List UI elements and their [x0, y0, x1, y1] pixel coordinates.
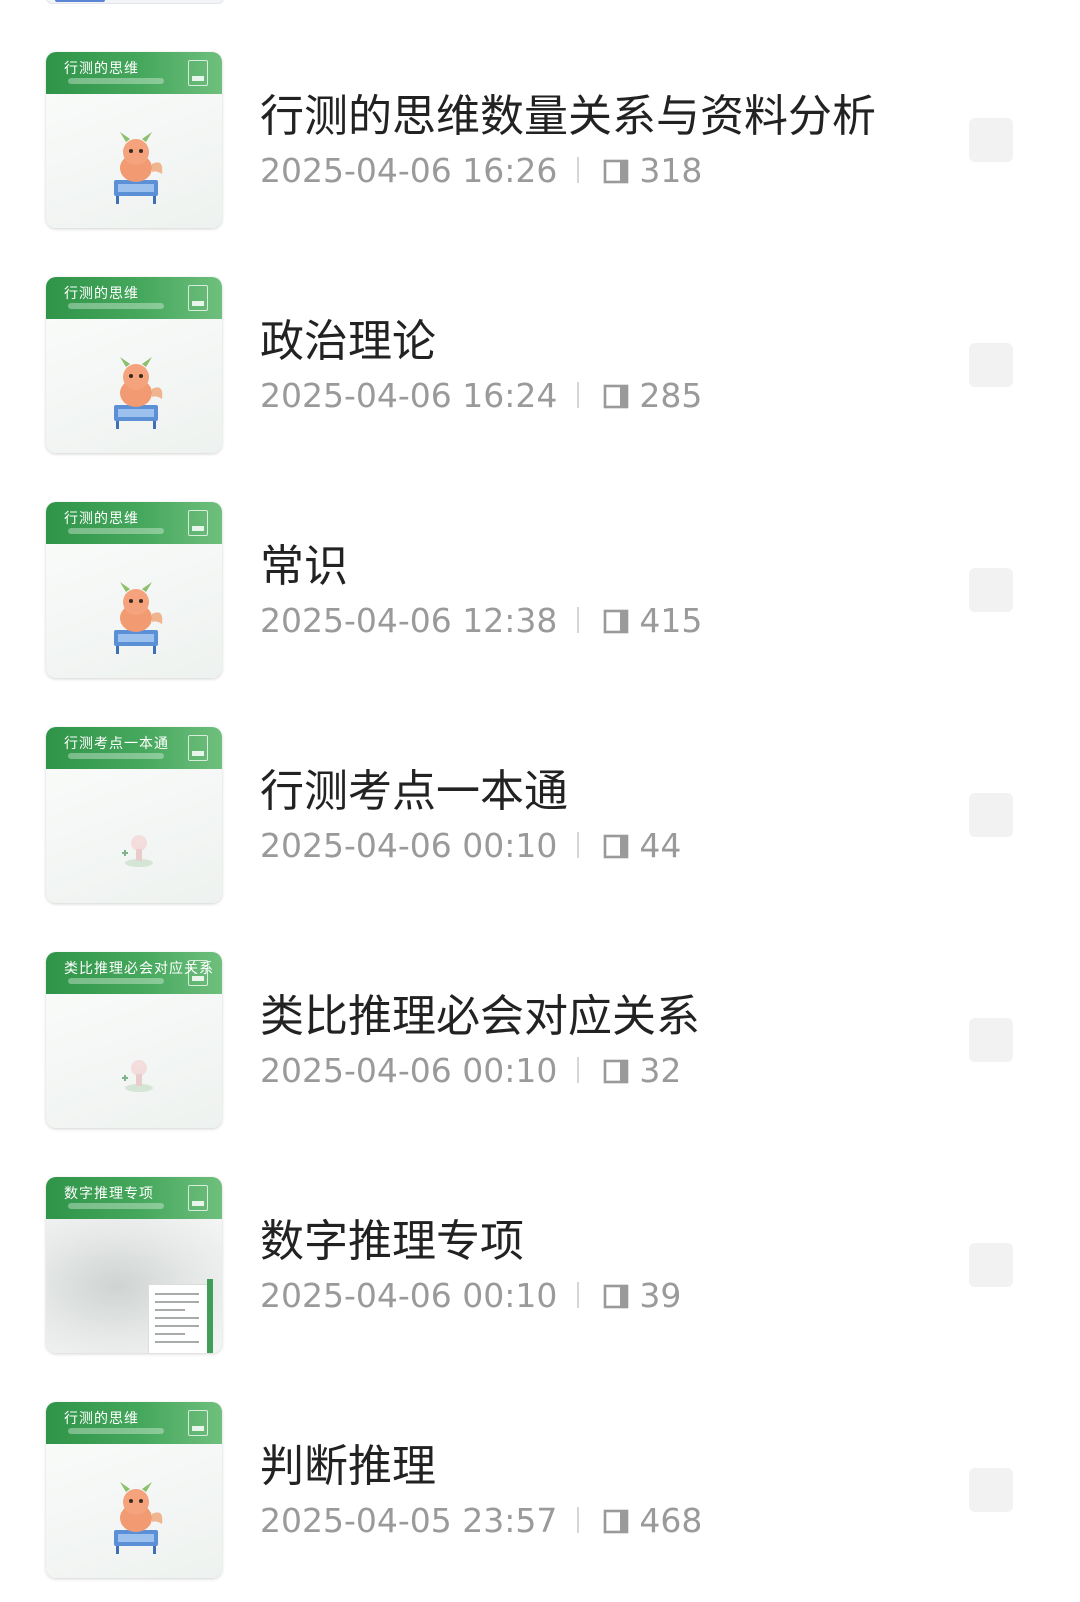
cover-title: 行测的思维 — [64, 511, 139, 527]
meta-divider — [577, 1507, 580, 1533]
publish-date: 2025-04-06 00:10 — [260, 825, 558, 865]
publish-date: 2025-04-06 00:10 — [260, 1275, 558, 1315]
cover-title: 行测的思维 — [64, 1411, 139, 1427]
article-meta: 2025-04-06 16:26 318 — [260, 150, 702, 190]
article-cover-thumbnail[interactable]: 行测的思维 — [46, 1402, 222, 1578]
article-list-item[interactable]: 数字推理专项 数字推理专项 2025-04-06 00:10 39 — [0, 1177, 1080, 1377]
book-icon — [601, 830, 637, 860]
read-count: 318 — [639, 150, 703, 190]
article-list-item[interactable]: 行测的思维 政治理论 2025-04-06 16:24 285 — [0, 277, 1080, 477]
select-checkbox[interactable] — [969, 1018, 1013, 1062]
publish-date: 2025-04-06 16:24 — [260, 375, 558, 415]
article-title[interactable]: 常识 — [260, 530, 348, 594]
publish-date: 2025-04-06 16:26 — [260, 150, 558, 190]
article-cover-thumbnail[interactable]: 行测的思维 — [46, 277, 222, 453]
cover-badge-icon — [188, 285, 208, 311]
cover-title: 行测考点一本通 — [64, 736, 169, 752]
cover-header-band: 行测考点一本通 — [46, 727, 222, 769]
meta-divider — [577, 1282, 580, 1308]
cover-badge-icon — [188, 60, 208, 86]
cover-document-icon — [148, 1279, 213, 1353]
select-checkbox[interactable] — [969, 568, 1013, 612]
dragon-mascot-icon — [104, 355, 168, 431]
read-count: 468 — [639, 1500, 703, 1540]
cover-header-band: 类比推理必会对应关系 — [46, 952, 222, 994]
article-list-item[interactable]: 行测的思维 常识 2025-04-06 12:38 415 — [0, 502, 1080, 702]
cover-badge-icon — [188, 1185, 208, 1211]
book-icon — [601, 1280, 637, 1310]
article-title[interactable]: 行测考点一本通 — [260, 755, 568, 819]
meta-divider — [577, 157, 580, 183]
dragon-mascot-icon — [104, 580, 168, 656]
cover-header-band: 行测的思维 — [46, 52, 222, 94]
publish-date: 2025-04-06 00:10 — [260, 1050, 558, 1090]
article-title[interactable]: 行测的思维数量关系与资料分析 — [260, 80, 876, 144]
read-count: 285 — [639, 375, 703, 415]
article-cover-thumbnail[interactable]: 行测的思维 — [46, 52, 222, 228]
article-list-item[interactable]: 类比推理必会对应关系 类比推理必会对应关系 2025-04-06 00:10 3… — [0, 952, 1080, 1152]
article-list-item[interactable]: 行测的思维 判断推理 2025-04-05 23:57 468 — [0, 1402, 1080, 1602]
article-cover-thumbnail[interactable]: 类比推理必会对应关系 — [46, 952, 222, 1128]
cover-badge-icon — [188, 735, 208, 761]
book-icon — [601, 155, 637, 185]
article-title[interactable]: 类比推理必会对应关系 — [260, 980, 700, 1044]
select-checkbox[interactable] — [969, 1243, 1013, 1287]
dragon-mascot-icon — [104, 1480, 168, 1556]
article-meta: 2025-04-05 23:57 468 — [260, 1500, 702, 1540]
article-cover-thumbnail[interactable]: 行测的思维 — [46, 502, 222, 678]
article-title[interactable]: 判断推理 — [260, 1430, 436, 1494]
read-count: 39 — [639, 1275, 682, 1315]
article-meta: 2025-04-06 00:10 44 — [260, 825, 681, 865]
meta-divider — [577, 1057, 580, 1083]
cover-header-band: 行测的思维 — [46, 502, 222, 544]
cover-header-band: 行测的思维 — [46, 1402, 222, 1444]
cover-title: 行测的思维 — [64, 61, 139, 77]
read-count: 415 — [639, 600, 703, 640]
select-checkbox[interactable] — [969, 343, 1013, 387]
cover-title: 数字推理专项 — [64, 1186, 154, 1202]
book-icon — [601, 1055, 637, 1085]
article-list-item[interactable]: 行测考点一本通 行测考点一本通 2025-04-06 00:10 44 — [0, 727, 1080, 927]
article-meta: 2025-04-06 12:38 415 — [260, 600, 702, 640]
article-meta: 2025-04-06 16:24 285 — [260, 375, 702, 415]
cover-title: 行测的思维 — [64, 286, 139, 302]
book-icon — [601, 605, 637, 635]
cover-badge-icon — [188, 510, 208, 536]
book-icon — [601, 1505, 637, 1535]
article-meta: 2025-04-06 00:10 39 — [260, 1275, 681, 1315]
article-meta: 2025-04-06 00:10 32 — [260, 1050, 681, 1090]
article-cover-thumbnail[interactable]: 行测考点一本通 — [46, 727, 222, 903]
cover-header-band: 行测的思维 — [46, 277, 222, 319]
book-icon — [601, 380, 637, 410]
cover-illustration-icon — [118, 823, 160, 873]
read-count: 44 — [639, 825, 682, 865]
cover-header-band: 数字推理专项 — [46, 1177, 222, 1219]
select-checkbox[interactable] — [969, 1468, 1013, 1512]
cover-badge-icon — [188, 1410, 208, 1436]
select-checkbox[interactable] — [969, 793, 1013, 837]
cover-illustration-icon — [118, 1048, 160, 1098]
publish-date: 2025-04-05 23:57 — [260, 1500, 558, 1540]
article-cover-thumbnail[interactable]: 数字推理专项 — [46, 1177, 222, 1353]
select-checkbox[interactable] — [969, 118, 1013, 162]
publish-date: 2025-04-06 12:38 — [260, 600, 558, 640]
meta-divider — [577, 382, 580, 408]
dragon-mascot-icon — [104, 130, 168, 206]
previous-item-cover-edge — [46, 0, 224, 4]
article-title[interactable]: 政治理论 — [260, 305, 436, 369]
read-count: 32 — [639, 1050, 682, 1090]
article-list-item[interactable]: 行测的思维 行测的思维数量关系与资料分析 2025-04-06 16:26 31… — [0, 52, 1080, 252]
meta-divider — [577, 832, 580, 858]
article-title[interactable]: 数字推理专项 — [260, 1205, 524, 1269]
meta-divider — [577, 607, 580, 633]
cover-badge-icon — [188, 960, 208, 986]
